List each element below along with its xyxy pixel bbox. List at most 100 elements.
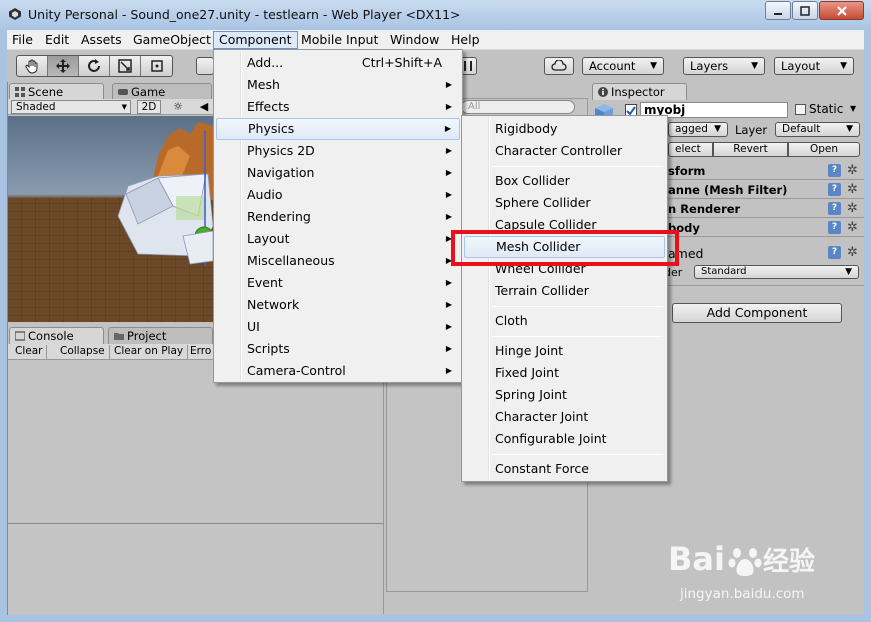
menu-window[interactable]: Window <box>385 31 444 49</box>
tab-scene[interactable]: Scene <box>9 83 104 100</box>
cloud-button[interactable] <box>544 57 574 75</box>
2d-toggle-button[interactable]: 2D <box>137 100 161 114</box>
console-clear-on-play-button[interactable]: Clear on Play <box>110 345 189 359</box>
menu-item-miscellaneous[interactable]: Miscellaneous ▶ <box>216 250 460 272</box>
help-icon[interactable]: ? <box>828 164 841 177</box>
account-dropdown[interactable]: Account ▼ <box>582 57 664 75</box>
add-component-button[interactable]: Add Component <box>672 303 842 323</box>
menu-mobile-input[interactable]: Mobile Input <box>296 31 383 49</box>
lighting-toggle-icon[interactable]: ☼ <box>170 100 186 114</box>
prefab-open-button[interactable]: Open <box>788 142 860 157</box>
menu-item-layout[interactable]: Layout ▶ <box>216 228 460 250</box>
menu-item-hinge-joint[interactable]: Hinge Joint <box>464 340 665 362</box>
submenu-arrow-icon: ▶ <box>445 168 452 177</box>
gear-icon[interactable]: ✲ <box>846 221 859 234</box>
console-log-area[interactable] <box>8 361 384 614</box>
menu-item-effects[interactable]: Effects ▶ <box>216 96 460 118</box>
maximize-button[interactable] <box>792 1 818 20</box>
menu-item-configurable-joint[interactable]: Configurable Joint <box>464 428 665 450</box>
chevron-down-icon[interactable]: ▼ <box>850 104 856 113</box>
physics-submenu: Rigidbody Character Controller Box Colli… <box>461 115 668 482</box>
menu-item-network[interactable]: Network ▶ <box>216 294 460 316</box>
shader-dropdown[interactable]: Standard ▼ <box>694 265 859 279</box>
menu-item-character-controller[interactable]: Character Controller <box>464 140 665 162</box>
menu-item-physics-2d[interactable]: Physics 2D ▶ <box>216 140 460 162</box>
tag-value: agged <box>675 123 708 135</box>
console-clear-button[interactable]: Clear <box>11 345 48 359</box>
move-icon <box>56 59 70 73</box>
chevron-down-icon: ▼ <box>846 124 853 134</box>
chevron-down-icon: ▼ <box>751 61 758 71</box>
scale-tool-button[interactable] <box>110 56 141 76</box>
menu-component[interactable]: Component <box>213 31 298 49</box>
layer-dropdown[interactable]: Default ▼ <box>775 122 860 137</box>
menu-item-mesh[interactable]: Mesh ▶ <box>216 74 460 96</box>
menu-item-character-joint[interactable]: Character Joint <box>464 406 665 428</box>
layers-dropdown[interactable]: Layers ▼ <box>683 57 765 75</box>
tag-dropdown[interactable]: agged ▼ <box>668 122 728 137</box>
menu-file[interactable]: File <box>7 31 38 49</box>
help-icon[interactable]: ? <box>828 221 841 234</box>
unity-logo-icon <box>9 8 21 20</box>
close-button[interactable] <box>819 1 864 20</box>
menu-item-terrain-collider[interactable]: Terrain Collider <box>464 280 665 302</box>
submenu-arrow-icon: ▶ <box>445 212 452 221</box>
help-icon[interactable]: ? <box>828 246 841 259</box>
submenu-arrow-icon: ▶ <box>444 124 451 133</box>
help-icon[interactable]: ? <box>828 202 841 215</box>
console-collapse-button[interactable]: Collapse <box>56 345 110 359</box>
menu-item-physics[interactable]: Physics ▶ <box>216 118 460 140</box>
tab-project[interactable]: Project <box>108 327 213 344</box>
console-error-toggle[interactable]: Erro <box>186 345 215 359</box>
gear-icon[interactable]: ✲ <box>846 246 859 259</box>
move-tool-button[interactable] <box>48 56 79 76</box>
menu-item-scripts[interactable]: Scripts ▶ <box>216 338 460 360</box>
layer-label: Layer <box>735 123 768 137</box>
menu-item-spring-joint[interactable]: Spring Joint <box>464 384 665 406</box>
shading-mode-dropdown[interactable]: Shaded ▼ <box>11 100 131 114</box>
watermark-brand-cjk: 经验 <box>762 547 815 577</box>
prefab-select-button[interactable]: elect <box>668 142 713 157</box>
gear-icon[interactable]: ✲ <box>846 202 859 215</box>
menu-item-constant-force[interactable]: Constant Force <box>464 458 665 480</box>
menu-gameobject[interactable]: GameObject <box>128 31 216 49</box>
gear-icon[interactable]: ✲ <box>846 183 859 196</box>
menu-item-box-collider[interactable]: Box Collider <box>464 170 665 192</box>
minimize-button[interactable] <box>765 1 791 20</box>
hierarchy-search-input[interactable]: All <box>461 100 575 114</box>
rotate-tool-button[interactable] <box>79 56 110 76</box>
scene-viewport[interactable] <box>8 116 213 322</box>
menu-edit[interactable]: Edit <box>40 31 74 49</box>
chevron-down-icon: ▼ <box>650 61 657 71</box>
rect-tool-button[interactable] <box>141 56 172 76</box>
menu-item-label: UI <box>247 319 260 334</box>
hand-tool-button[interactable] <box>17 56 48 76</box>
menu-item-fixed-joint[interactable]: Fixed Joint <box>464 362 665 384</box>
menu-item-sphere-collider[interactable]: Sphere Collider <box>464 192 665 214</box>
console-divider <box>8 523 384 524</box>
menu-item-ui[interactable]: UI ▶ <box>216 316 460 338</box>
menu-item-audio[interactable]: Audio ▶ <box>216 184 460 206</box>
tab-console[interactable]: Console <box>9 327 104 344</box>
shader-value: Standard <box>701 266 747 277</box>
tab-inspector[interactable]: Inspector <box>592 83 687 100</box>
game-icon <box>118 89 128 95</box>
menu-item-event[interactable]: Event ▶ <box>216 272 460 294</box>
menu-item-add[interactable]: Add... Ctrl+Shift+A <box>216 52 460 74</box>
prefab-revert-button[interactable]: Revert <box>713 142 788 157</box>
menu-item-camera-control[interactable]: Camera-Control ▶ <box>216 360 460 382</box>
menu-item-rigidbody[interactable]: Rigidbody <box>464 118 665 140</box>
menu-item-cloth[interactable]: Cloth <box>464 310 665 332</box>
static-checkbox[interactable] <box>795 104 806 115</box>
menu-item-navigation[interactable]: Navigation ▶ <box>216 162 460 184</box>
pivot-toggle-button[interactable] <box>196 57 214 75</box>
audio-toggle-icon[interactable]: ◀ <box>196 100 212 114</box>
help-icon[interactable]: ? <box>828 183 841 196</box>
menu-assets[interactable]: Assets <box>76 31 127 49</box>
gear-icon[interactable]: ✲ <box>846 164 859 177</box>
tab-game[interactable]: Game <box>112 83 212 100</box>
layout-dropdown[interactable]: Layout ▼ <box>774 57 854 75</box>
menu-help[interactable]: Help <box>446 31 485 49</box>
menu-item-rendering[interactable]: Rendering ▶ <box>216 206 460 228</box>
account-label: Account <box>589 59 636 73</box>
